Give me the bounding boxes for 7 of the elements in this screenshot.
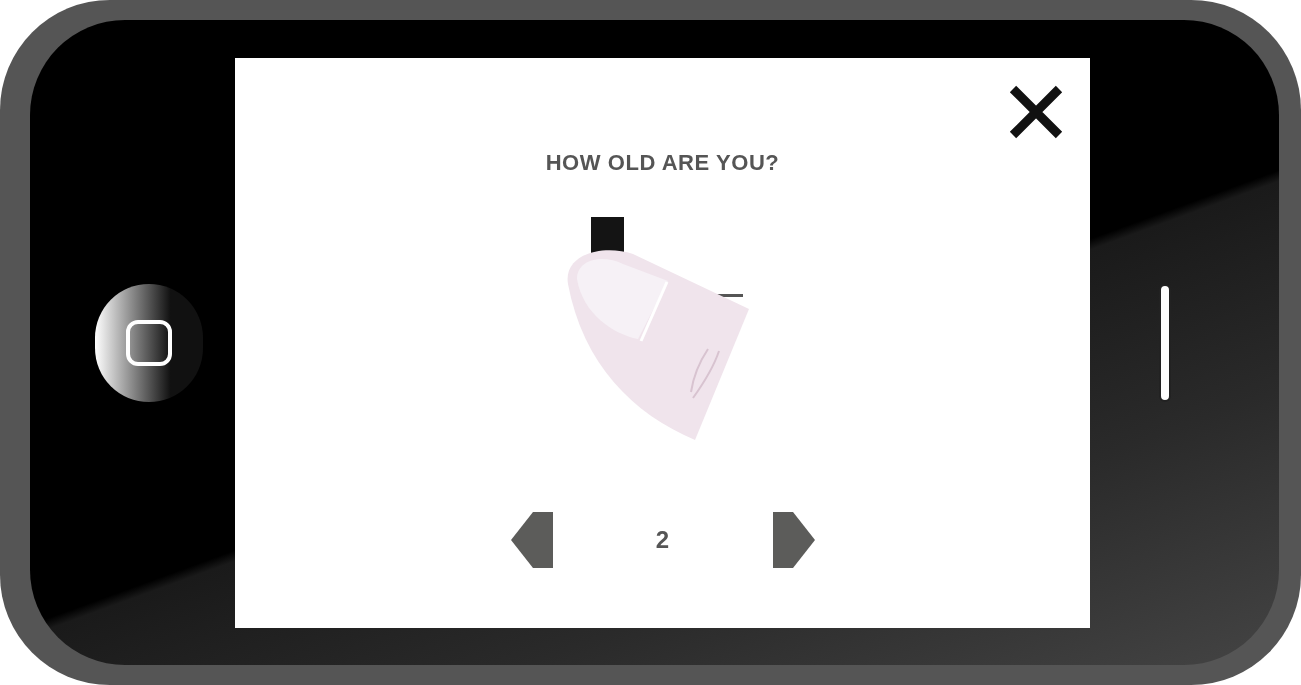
- close-icon: [1008, 83, 1064, 140]
- right-triangle-icon: [770, 511, 815, 568]
- next-button[interactable]: [770, 511, 815, 568]
- previous-button[interactable]: [510, 511, 555, 568]
- question-title: HOW OLD ARE YOU?: [545, 148, 780, 177]
- left-triangle-icon: [510, 511, 555, 568]
- page-number: 2: [654, 524, 671, 555]
